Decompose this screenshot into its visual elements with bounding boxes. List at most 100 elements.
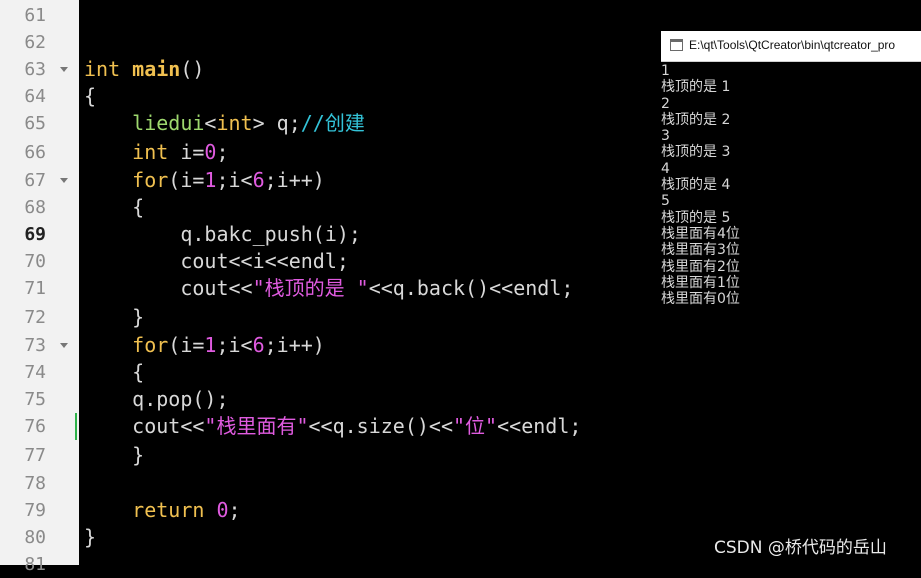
line-number: 62 — [24, 32, 46, 53]
modified-line-marker — [75, 413, 77, 440]
console-line: 栈顶的是 3 — [661, 144, 731, 161]
line-number: 71 — [24, 278, 46, 299]
code-text: q.pop(); — [132, 387, 229, 411]
line-number: 63 — [24, 59, 46, 80]
fold-arrow-icon[interactable] — [60, 178, 68, 183]
console-line: 栈顶的是 4 — [661, 177, 731, 194]
code-text: { — [132, 195, 145, 219]
string-literal: "栈里面有" — [204, 414, 309, 438]
code-text: } — [132, 443, 145, 467]
code-text: ; — [228, 498, 241, 522]
console-line: 栈里面有2位 — [661, 258, 740, 275]
line-number: 79 — [24, 500, 46, 521]
code-text: <<q.size()<< — [308, 414, 454, 438]
console-line: 栈里面有4位 — [661, 225, 740, 242]
number-literal: 6 — [252, 333, 265, 357]
code-text: > — [252, 111, 265, 135]
code-text: cout<< — [132, 414, 205, 438]
number-literal: 1 — [204, 333, 217, 357]
code-text: <<endl; — [497, 414, 582, 438]
number-literal: 0 — [204, 140, 217, 164]
number-literal: 1 — [204, 168, 217, 192]
line-number: 65 — [24, 113, 46, 134]
fold-arrow-icon[interactable] — [60, 343, 68, 348]
console-line: 栈里面有0位 — [661, 291, 740, 308]
function-name: main — [132, 57, 181, 81]
keyword: int — [132, 140, 169, 164]
line-number: 66 — [24, 142, 46, 163]
console-line: 栈里面有3位 — [661, 242, 740, 259]
keyword: int — [84, 57, 121, 81]
line-number: 77 — [24, 445, 46, 466]
string-literal: "位" — [453, 414, 498, 438]
console-line: 2 — [661, 95, 670, 112]
console-title: E:\qt\Tools\QtCreator\bin\qtcreator_pro — [689, 38, 896, 52]
console-line: 栈顶的是 2 — [661, 111, 731, 128]
code-line-66: int i=0; — [84, 139, 229, 166]
line-number: 73 — [24, 335, 46, 356]
console-line: 栈顶的是 5 — [661, 209, 731, 226]
line-number: 76 — [24, 416, 46, 437]
code-line-63: int main() — [84, 56, 204, 83]
code-line-80: } — [84, 525, 97, 549]
console-line: 5 — [661, 193, 670, 210]
code-text: <<q.back()<<endl; — [368, 276, 574, 300]
keyword: for — [132, 333, 169, 357]
code-text: cout<<i<<endl; — [180, 249, 349, 273]
code-text: q; — [264, 111, 301, 135]
keyword: for — [132, 168, 169, 192]
string-literal: "栈顶的是 " — [252, 276, 369, 300]
code-text: (i= — [168, 333, 205, 357]
code-text: ;i++) — [264, 333, 325, 357]
code-text: (i= — [168, 168, 205, 192]
line-number: 67 — [24, 170, 46, 191]
code-text: ; — [216, 140, 229, 164]
code-line-70: cout<<i<<endl; — [84, 248, 349, 275]
fold-arrow-icon[interactable] — [60, 67, 68, 72]
number-literal: 6 — [252, 168, 265, 192]
console-output: 1 栈顶的是 1 2 栈顶的是 2 3 栈顶的是 3 4 栈顶的是 4 5 栈顶… — [661, 63, 921, 307]
console-line: 4 — [661, 160, 670, 177]
code-text: q.bakc_push(i); — [180, 222, 361, 246]
code-text: cout<< — [180, 276, 253, 300]
code-line-67: for(i=1;i<6;i++) — [84, 167, 325, 194]
console-window[interactable]: E:\qt\Tools\QtCreator\bin\qtcreator_pro … — [661, 31, 921, 541]
code-line-79: return 0; — [84, 497, 241, 524]
line-number: 78 — [24, 473, 46, 494]
line-number: 61 — [24, 5, 46, 26]
code-line-64: { — [84, 84, 97, 108]
type-name: liedui — [132, 111, 205, 135]
code-line-65: liedui<int> q;//创建 — [84, 110, 365, 137]
code-line-76: cout<<"栈里面有"<<q.size()<<"位"<<endl; — [84, 413, 581, 440]
code-text: < — [204, 111, 217, 135]
code-text: ;i++) — [264, 168, 325, 192]
keyword: return — [132, 498, 205, 522]
console-line: 3 — [661, 128, 670, 145]
line-number: 72 — [24, 307, 46, 328]
keyword: int — [216, 111, 253, 135]
code-line-73: for(i=1;i<6;i++) — [84, 332, 325, 359]
line-number: 64 — [24, 86, 46, 107]
console-window-icon — [670, 39, 683, 51]
code-text: { — [132, 360, 145, 384]
code-text: ;i< — [216, 333, 253, 357]
console-line: 1 — [661, 63, 670, 79]
code-text: ;i< — [216, 168, 253, 192]
line-number-gutter: 61 62 63 64 65 66 67 68 69 70 71 72 73 7… — [0, 0, 79, 575]
code-line-75: q.pop(); — [84, 386, 229, 413]
console-line: 栈顶的是 1 — [661, 79, 731, 96]
line-number: 75 — [24, 389, 46, 410]
code-line-72: } — [84, 304, 144, 331]
code-line-69: q.bakc_push(i); — [84, 221, 361, 248]
line-number: 80 — [24, 527, 46, 548]
line-number: 70 — [24, 251, 46, 272]
line-number-current: 69 — [24, 224, 46, 245]
number-literal: 0 — [216, 498, 229, 522]
console-line: 栈里面有1位 — [661, 274, 740, 291]
watermark: CSDN @桥代码的岳山 — [714, 538, 887, 558]
line-number: 68 — [24, 197, 46, 218]
code-line-71: cout<<"栈顶的是 "<<q.back()<<endl; — [84, 275, 573, 302]
console-titlebar[interactable]: E:\qt\Tools\QtCreator\bin\qtcreator_pro — [661, 31, 921, 62]
code-line-77: } — [84, 442, 144, 469]
